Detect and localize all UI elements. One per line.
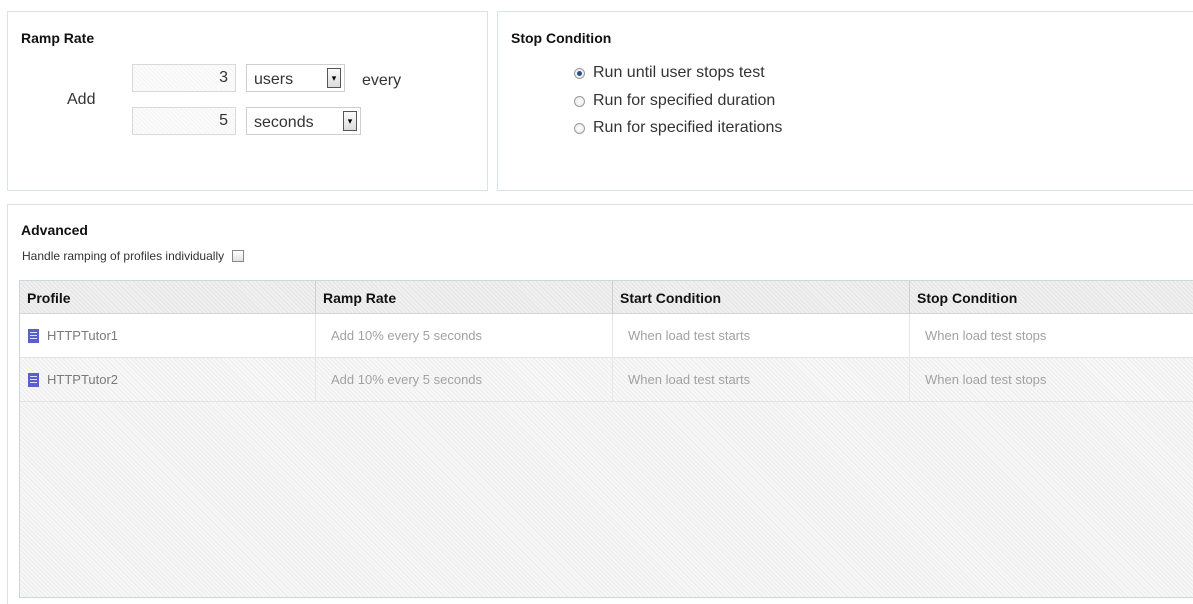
- advanced-panel: Advanced Handle ramping of profiles indi…: [7, 204, 1193, 604]
- document-icon: [28, 373, 39, 387]
- users-unit-select[interactable]: users ▾: [246, 64, 345, 92]
- profile-cell: HTTPTutor1: [20, 314, 316, 358]
- handle-individually-checkbox[interactable]: [232, 250, 245, 262]
- profile-name: HTTPTutor2: [47, 372, 119, 387]
- start-condition-cell: When load test starts: [613, 358, 910, 402]
- radio-label: Run until user stops test: [593, 64, 765, 81]
- ramp-rate-panel: Ramp Rate Add users ▾ every seconds ▾: [7, 11, 488, 191]
- chevron-down-icon[interactable]: ▾: [327, 68, 341, 88]
- every-label: every: [362, 72, 402, 89]
- stop-condition-cell: When load test stops: [925, 372, 1047, 387]
- handle-individually-row[interactable]: Handle ramping of profiles individually: [22, 249, 245, 263]
- table-header: Profile Ramp Rate Start Condition Stop C…: [20, 281, 1193, 314]
- radio-icon[interactable]: [574, 95, 585, 107]
- column-header-start-condition[interactable]: Start Condition: [613, 281, 910, 314]
- table-row[interactable]: HTTPTutor1 Add 10% every 5 seconds When …: [20, 314, 1193, 358]
- radio-label: Run for specified iterations: [593, 119, 783, 136]
- radio-run-for-duration[interactable]: Run for specified duration: [574, 92, 775, 110]
- users-count-input[interactable]: [132, 64, 236, 92]
- ramp-rate-title: Ramp Rate: [21, 30, 95, 46]
- advanced-title: Advanced: [21, 222, 88, 238]
- ramp-rate-cell: Add 10% every 5 seconds: [316, 358, 613, 402]
- document-icon: [28, 329, 39, 343]
- radio-run-for-iterations[interactable]: Run for specified iterations: [574, 119, 782, 137]
- stop-condition-title: Stop Condition: [511, 30, 612, 46]
- users-unit-value: users: [254, 71, 294, 88]
- profiles-table: Profile Ramp Rate Start Condition Stop C…: [19, 280, 1193, 598]
- seconds-unit-select[interactable]: seconds ▾: [246, 107, 361, 135]
- profile-name: HTTPTutor1: [47, 328, 119, 343]
- handle-individually-label: Handle ramping of profiles individually: [22, 249, 225, 263]
- seconds-unit-value: seconds: [254, 114, 314, 131]
- ramp-rate-cell: Add 10% every 5 seconds: [316, 314, 613, 358]
- stop-condition-panel: Stop Condition Run until user stops test…: [497, 11, 1193, 191]
- add-label: Add: [67, 91, 96, 108]
- chevron-down-icon[interactable]: ▾: [343, 111, 357, 131]
- radio-selected-icon[interactable]: [574, 67, 585, 79]
- table-row[interactable]: HTTPTutor2 Add 10% every 5 seconds When …: [20, 358, 1193, 402]
- column-header-profile[interactable]: Profile: [20, 281, 316, 314]
- column-header-ramp-rate[interactable]: Ramp Rate: [316, 281, 613, 314]
- seconds-count-input[interactable]: [132, 107, 236, 135]
- radio-icon[interactable]: [574, 122, 585, 134]
- stop-condition-cell: When load test stops: [925, 328, 1047, 343]
- column-header-stop-condition[interactable]: Stop Condition: [910, 281, 1193, 314]
- start-condition-cell: When load test starts: [613, 314, 910, 358]
- radio-run-until-user-stops[interactable]: Run until user stops test: [574, 64, 765, 82]
- profile-cell: HTTPTutor2: [20, 358, 316, 402]
- radio-label: Run for specified duration: [593, 92, 776, 109]
